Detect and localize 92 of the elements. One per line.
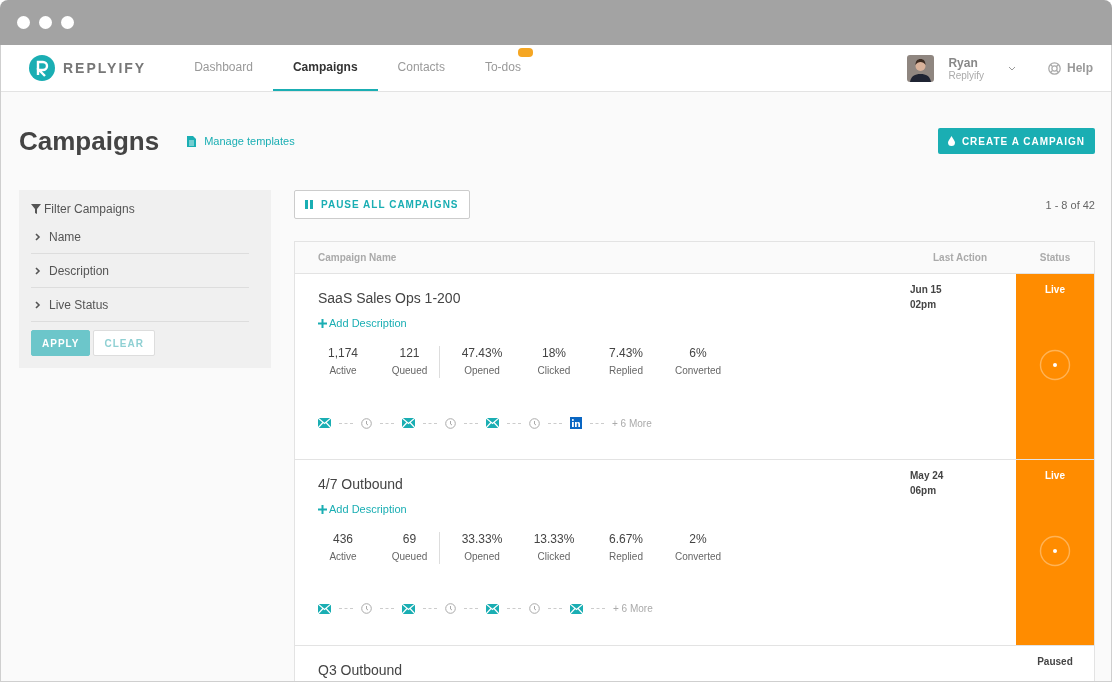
manage-templates-link[interactable]: Manage templates: [187, 135, 295, 147]
stat-value: 6.67%: [609, 532, 643, 546]
stat-label: Replied: [609, 551, 643, 562]
stat-value: 13.33%: [533, 532, 575, 546]
stat-label: Converted: [674, 551, 722, 562]
pause-all-button[interactable]: PAUSE ALL CAMPAIGNS: [294, 190, 470, 219]
envelope-icon: [318, 418, 331, 428]
clock-icon: [361, 417, 372, 429]
stat-value: 6%: [689, 346, 707, 360]
apply-button[interactable]: APPLY: [31, 330, 91, 356]
user-name: Ryan: [948, 55, 979, 70]
clear-button[interactable]: CLEAR: [93, 330, 155, 356]
nav-tab[interactable]: To-dos: [464, 45, 541, 91]
stat-value: 7.43%: [609, 346, 643, 360]
filter-title: Filter Campaigns: [44, 202, 135, 216]
avatar[interactable]: [907, 54, 935, 82]
logo-icon: [29, 55, 55, 81]
more-steps-link[interactable]: + 6 More: [612, 417, 652, 429]
create-campaign-button[interactable]: CREATE A CAMPAIGN: [937, 128, 1095, 154]
campaign-name[interactable]: 4/7 Outbound: [318, 476, 910, 492]
envelope-icon: [402, 418, 415, 428]
plus-icon: [318, 504, 327, 514]
stat-label: Active: [329, 365, 357, 376]
stat-value: 47.43%: [461, 346, 503, 360]
column-header: Campaign Name: [317, 252, 398, 263]
chevron-right-icon: [35, 266, 41, 275]
pulse-icon: [1039, 535, 1071, 567]
nav-tab[interactable]: Dashboard: [174, 45, 273, 91]
status-label: Live: [1045, 284, 1065, 295]
drop-icon: [947, 136, 955, 146]
status-label: Live: [1045, 470, 1065, 481]
stat-label: Queued: [391, 551, 428, 562]
last-action-text: May 24: [910, 470, 945, 481]
filter-section[interactable]: Live Status: [31, 288, 249, 322]
envelope-icon: [486, 418, 499, 428]
column-header: Status: [1038, 252, 1072, 263]
nav-tab[interactable]: Campaigns: [272, 45, 378, 91]
clock-icon: [445, 417, 456, 429]
window-dot[interactable]: [39, 16, 52, 29]
chevron-down-icon[interactable]: [1008, 65, 1016, 71]
clock-icon: [529, 417, 540, 429]
stat-value: 2%: [689, 532, 707, 546]
brand-name: REPLYIFY: [63, 60, 147, 76]
add-description-link[interactable]: Add Description: [318, 503, 910, 515]
plus-icon: [318, 318, 327, 328]
envelope-icon: [318, 603, 331, 614]
stat-label: Opened: [464, 365, 500, 376]
campaign-name[interactable]: SaaS Sales Ops 1-200: [318, 290, 910, 306]
window-dot[interactable]: [17, 16, 30, 29]
stat-value: 121: [399, 346, 420, 360]
add-description-link[interactable]: Add Description: [318, 317, 910, 329]
envelope-icon: [570, 603, 583, 614]
pulse-icon: [1039, 349, 1071, 381]
stat-label: Clicked: [537, 551, 571, 562]
filter-section[interactable]: Description: [31, 254, 249, 288]
clock-icon: [445, 603, 456, 614]
stat-value: 18%: [542, 346, 566, 360]
stat-label: Converted: [674, 365, 722, 376]
clock-icon: [529, 603, 540, 614]
stat-value: 1,174: [328, 346, 358, 360]
page-title: Campaigns: [19, 125, 160, 157]
linkedin-icon: [570, 417, 582, 429]
envelope-icon: [402, 603, 415, 614]
funnel-icon: [31, 204, 41, 214]
help-link[interactable]: Help: [1048, 61, 1093, 75]
lifebuoy-icon: [1048, 61, 1061, 75]
stat-value: 69: [402, 532, 417, 546]
document-icon: [187, 135, 197, 147]
pause-icon: [305, 200, 313, 209]
filter-section[interactable]: Name: [31, 220, 249, 254]
chevron-right-icon: [35, 232, 41, 241]
last-action-text: 06pm: [910, 485, 938, 496]
window-dot[interactable]: [61, 16, 74, 29]
stat-label: Opened: [464, 551, 500, 562]
status-label: Paused: [1037, 656, 1073, 667]
clock-icon: [361, 603, 372, 614]
column-header: Last Action: [932, 252, 989, 263]
user-company: Replyify: [948, 69, 984, 81]
stat-label: Clicked: [537, 365, 571, 376]
stat-value: 436: [333, 532, 353, 546]
campaign-name[interactable]: Q3 Outbound: [318, 662, 910, 678]
pagination-count: 1 - 8 of 42: [1045, 199, 1095, 211]
more-steps-link[interactable]: + 6 More: [613, 603, 653, 614]
last-action-text: 02pm: [910, 299, 938, 310]
stat-label: Replied: [609, 365, 643, 376]
envelope-icon: [486, 603, 499, 614]
last-action-text: Jun 15: [910, 284, 943, 295]
stat-value: 33.33%: [461, 532, 503, 546]
stat-label: Active: [329, 551, 357, 562]
stat-label: Queued: [391, 365, 428, 376]
chevron-right-icon: [35, 300, 41, 309]
nav-tab[interactable]: Contacts: [377, 45, 465, 91]
